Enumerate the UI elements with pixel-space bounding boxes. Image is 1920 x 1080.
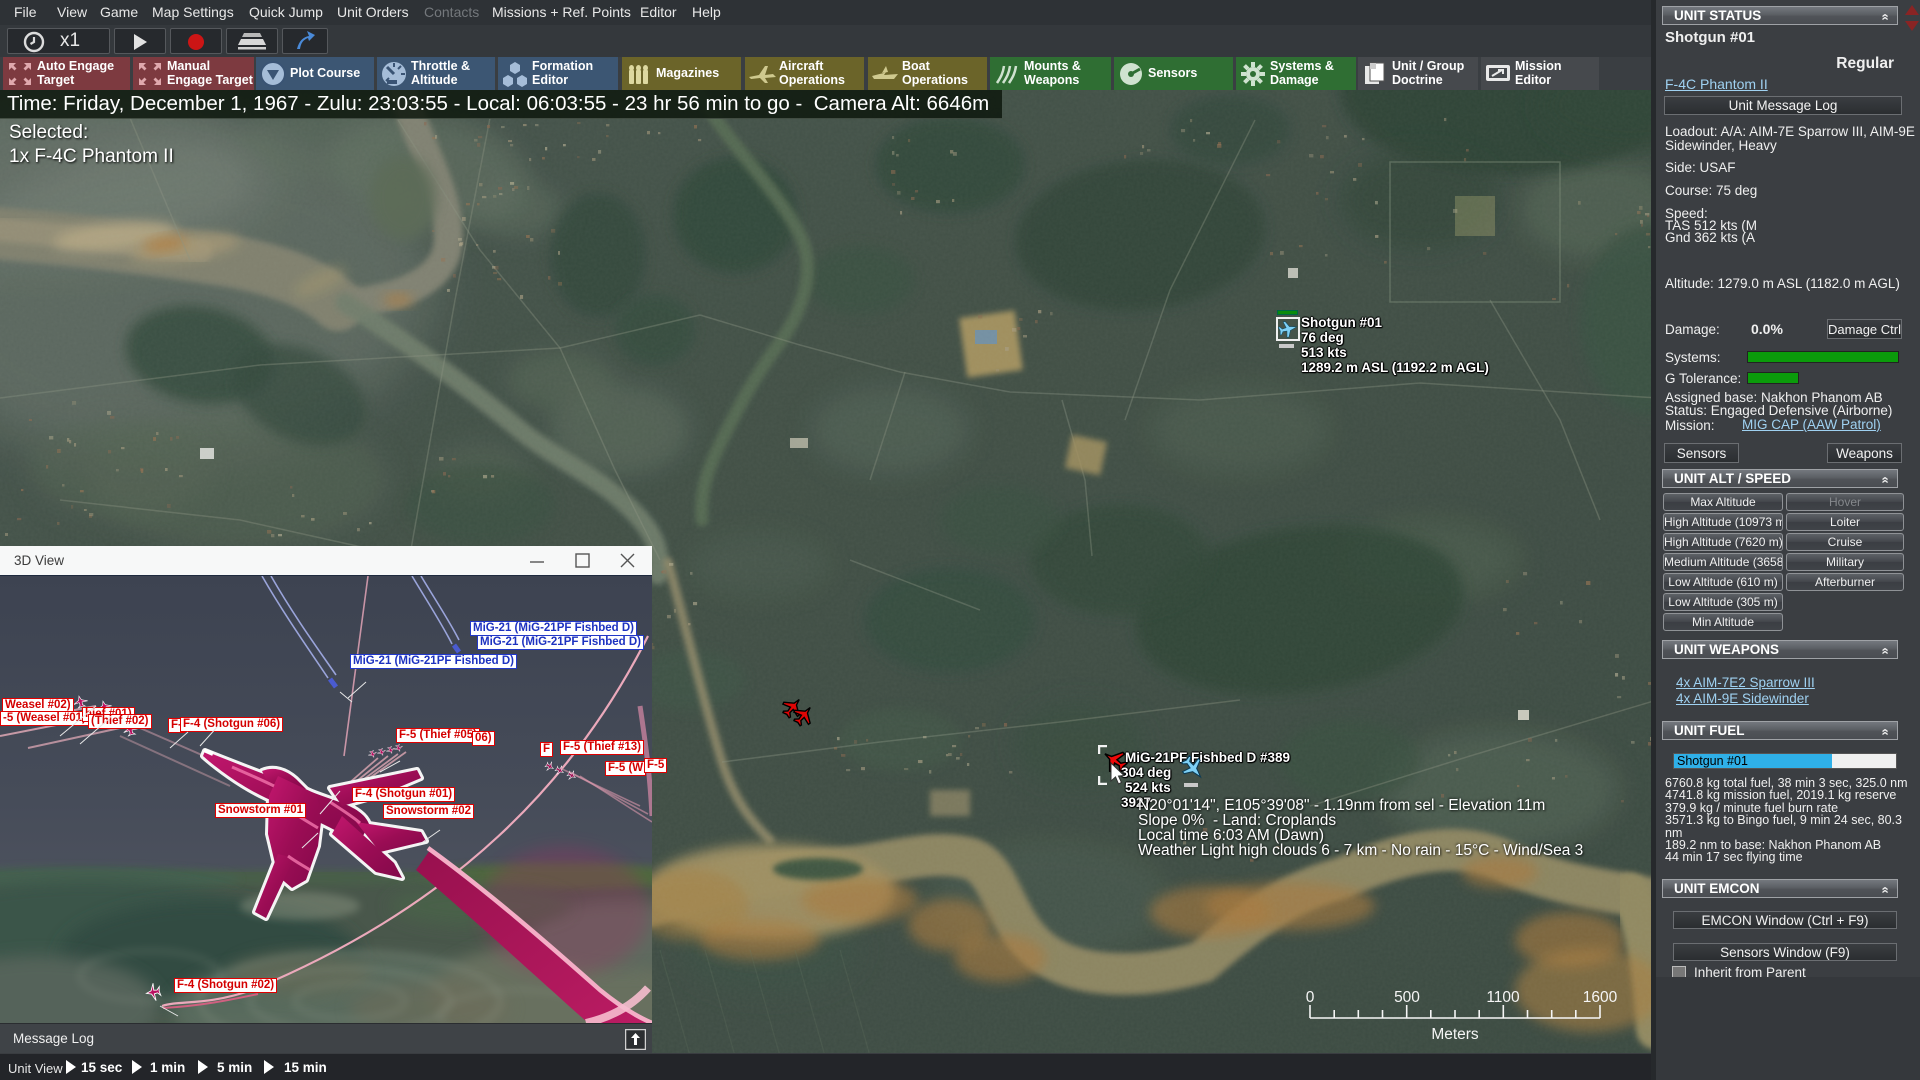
svg-text:Meters: Meters [1431, 1026, 1479, 1043]
svg-text:500: 500 [1394, 989, 1420, 1006]
svg-text:1100: 1100 [1486, 989, 1520, 1006]
svg-text:0: 0 [1306, 989, 1315, 1006]
svg-text:1600: 1600 [1583, 989, 1618, 1006]
